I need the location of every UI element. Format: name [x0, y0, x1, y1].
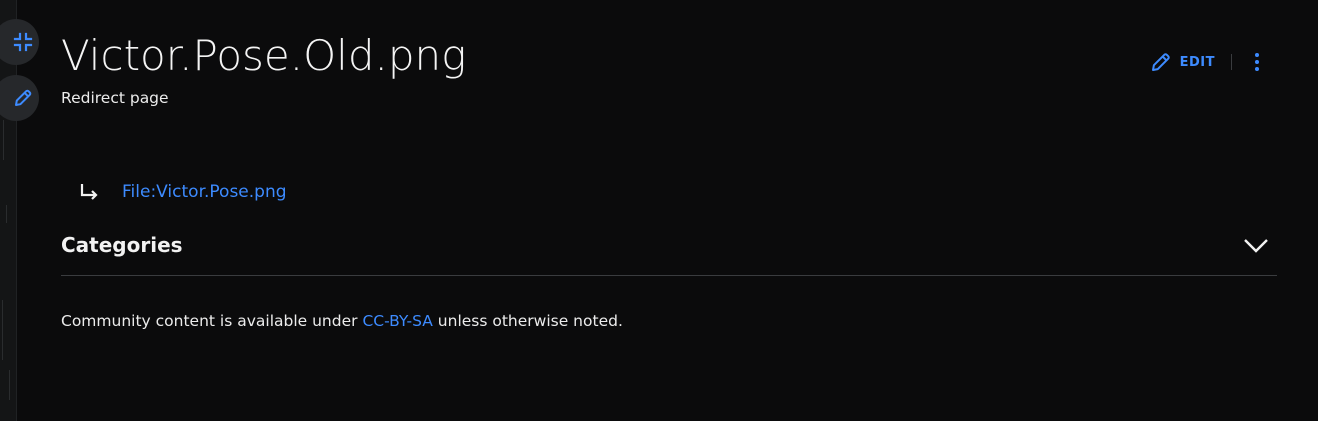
kebab-menu-icon [1255, 53, 1259, 57]
license-prefix: Community content is available under [61, 312, 363, 330]
redirect-arrow-icon [80, 184, 98, 200]
kebab-menu-icon-dot [1255, 60, 1259, 64]
page: Victor.Pose.Old.png Redirect page EDIT F… [0, 0, 1318, 421]
collapse-button[interactable] [0, 19, 39, 65]
license-notice: Community content is available under CC-… [61, 311, 623, 331]
categories-heading: Categories [61, 233, 183, 257]
rail-edit-button[interactable] [0, 75, 39, 121]
action-divider [1231, 54, 1232, 70]
license-suffix: unless otherwise noted. [432, 312, 623, 330]
collapse-icon [13, 32, 33, 52]
page-title: Victor.Pose.Old.png [61, 31, 467, 80]
redirect-target-link[interactable]: File:Victor.Pose.png [122, 182, 287, 202]
pencil-icon [1151, 53, 1170, 71]
kebab-menu-icon-dot [1255, 67, 1259, 71]
categories-toggle[interactable]: Categories [61, 228, 1277, 276]
chevron-down-icon [1244, 239, 1268, 253]
pencil-icon [15, 89, 32, 106]
license-link[interactable]: CC-BY-SA [362, 312, 432, 330]
more-options-button[interactable] [1252, 53, 1262, 71]
page-subtitle: Redirect page [61, 89, 169, 107]
page-actions: EDIT [1150, 48, 1262, 76]
edit-label: EDIT [1179, 54, 1215, 70]
edit-button[interactable]: EDIT [1150, 51, 1231, 73]
redirect-target: File:Victor.Pose.png [78, 178, 287, 206]
